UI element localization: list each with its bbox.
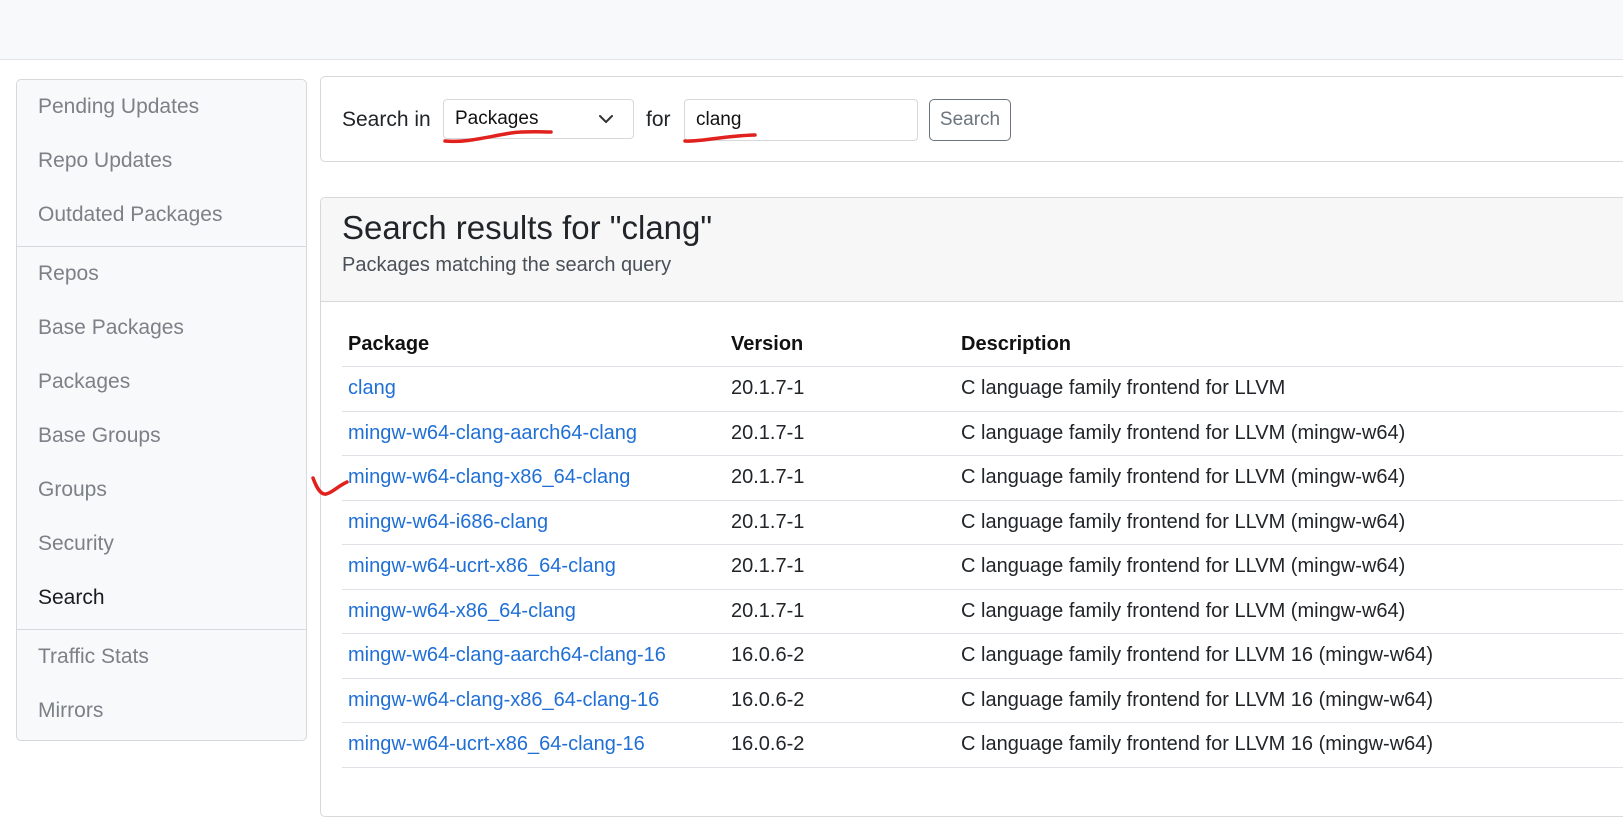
package-link[interactable]: mingw-w64-ucrt-x86_64-clang-16 — [348, 733, 645, 755]
sidebar-item-security[interactable]: Security — [17, 517, 306, 571]
package-link[interactable]: mingw-w64-clang-x86_64-clang-16 — [348, 689, 659, 711]
table-row: mingw-w64-ucrt-x86_64-clang-16 16.0.6-2 … — [342, 722, 1623, 768]
sidebar-item-groups[interactable]: Groups — [17, 463, 306, 517]
sidebar-item-base-groups[interactable]: Base Groups — [17, 409, 306, 463]
top-navbar — [0, 0, 1623, 60]
table-row: mingw-w64-i686-clang 20.1.7-1 C language… — [342, 500, 1623, 545]
package-description: C language family frontend for LLVM 16 (… — [955, 722, 1623, 768]
package-link[interactable]: mingw-w64-i686-clang — [348, 511, 548, 533]
results-header: Search results for "clang" Packages matc… — [321, 198, 1623, 302]
package-version: 20.1.7-1 — [725, 589, 955, 634]
column-header-version: Version — [725, 322, 955, 367]
package-link[interactable]: mingw-w64-clang-aarch64-clang — [348, 422, 637, 444]
search-button[interactable]: Search — [929, 99, 1011, 141]
package-description: C language family frontend for LLVM (min… — [955, 500, 1623, 545]
table-row: mingw-w64-clang-aarch64-clang-16 16.0.6-… — [342, 633, 1623, 679]
package-link[interactable]: clang — [348, 377, 396, 399]
sidebar-item-mirrors[interactable]: Mirrors — [17, 684, 306, 738]
sidebar-group-browse: Repos Base Packages Packages Base Groups… — [17, 247, 306, 630]
sidebar-item-search[interactable]: Search — [17, 571, 306, 625]
package-link[interactable]: mingw-w64-clang-aarch64-clang-16 — [348, 644, 666, 666]
package-link[interactable]: mingw-w64-clang-x86_64-clang — [348, 466, 630, 488]
package-version: 20.1.7-1 — [725, 500, 955, 545]
chevron-down-icon — [599, 115, 613, 123]
sidebar-item-traffic-stats[interactable]: Traffic Stats — [17, 630, 306, 684]
sidebar-item-repo-updates[interactable]: Repo Updates — [17, 134, 306, 188]
table-row: mingw-w64-ucrt-x86_64-clang 20.1.7-1 C l… — [342, 544, 1623, 590]
sidebar-item-base-packages[interactable]: Base Packages — [17, 301, 306, 355]
package-version: 20.1.7-1 — [725, 544, 955, 590]
package-description: C language family frontend for LLVM — [955, 366, 1623, 412]
table-row: clang 20.1.7-1 C language family fronten… — [342, 366, 1623, 412]
sidebar: Pending Updates Repo Updates Outdated Pa… — [16, 79, 307, 741]
results-panel: Search results for "clang" Packages matc… — [320, 197, 1623, 817]
package-version: 20.1.7-1 — [725, 455, 955, 501]
table-header-row: Package Version Description — [342, 322, 1623, 367]
search-form: Search in Packages for clang Search — [320, 76, 1623, 162]
table-row: mingw-w64-clang-x86_64-clang-16 16.0.6-2… — [342, 678, 1623, 723]
package-version: 20.1.7-1 — [725, 411, 955, 456]
results-subtitle: Packages matching the search query — [342, 254, 672, 276]
table-row: mingw-w64-clang-aarch64-clang 20.1.7-1 C… — [342, 411, 1623, 456]
results-title: Search results for "clang" — [342, 209, 713, 246]
search-for-label: for — [646, 108, 671, 131]
results-table: Package Version Description clang 20.1.7… — [342, 322, 1623, 768]
column-header-description: Description — [955, 322, 1623, 367]
column-header-package: Package — [342, 322, 725, 367]
package-description: C language family frontend for LLVM 16 (… — [955, 633, 1623, 679]
package-version: 16.0.6-2 — [725, 722, 955, 768]
package-description: C language family frontend for LLVM (min… — [955, 589, 1623, 634]
table-row: mingw-w64-clang-x86_64-clang 20.1.7-1 C … — [342, 455, 1623, 501]
sidebar-item-pending-updates[interactable]: Pending Updates — [17, 80, 306, 134]
search-scope-select[interactable]: Packages — [443, 99, 634, 139]
sidebar-group-updates: Pending Updates Repo Updates Outdated Pa… — [17, 80, 306, 247]
table-row: mingw-w64-x86_64-clang 20.1.7-1 C langua… — [342, 589, 1623, 634]
search-in-label: Search in — [342, 108, 431, 131]
sidebar-item-outdated-packages[interactable]: Outdated Packages — [17, 188, 306, 242]
package-description: C language family frontend for LLVM 16 (… — [955, 678, 1623, 723]
search-scope-value: Packages — [455, 108, 539, 129]
sidebar-item-repos[interactable]: Repos — [17, 247, 306, 301]
package-version: 20.1.7-1 — [725, 366, 955, 412]
package-link[interactable]: mingw-w64-x86_64-clang — [348, 600, 576, 622]
search-query-input[interactable]: clang — [684, 99, 918, 141]
sidebar-group-info: Traffic Stats Mirrors — [17, 630, 306, 740]
package-version: 16.0.6-2 — [725, 633, 955, 679]
package-description: C language family frontend for LLVM (min… — [955, 411, 1623, 456]
sidebar-item-packages[interactable]: Packages — [17, 355, 306, 409]
package-description: C language family frontend for LLVM (min… — [955, 455, 1623, 501]
package-description: C language family frontend for LLVM (min… — [955, 544, 1623, 590]
package-version: 16.0.6-2 — [725, 678, 955, 723]
package-link[interactable]: mingw-w64-ucrt-x86_64-clang — [348, 555, 616, 577]
